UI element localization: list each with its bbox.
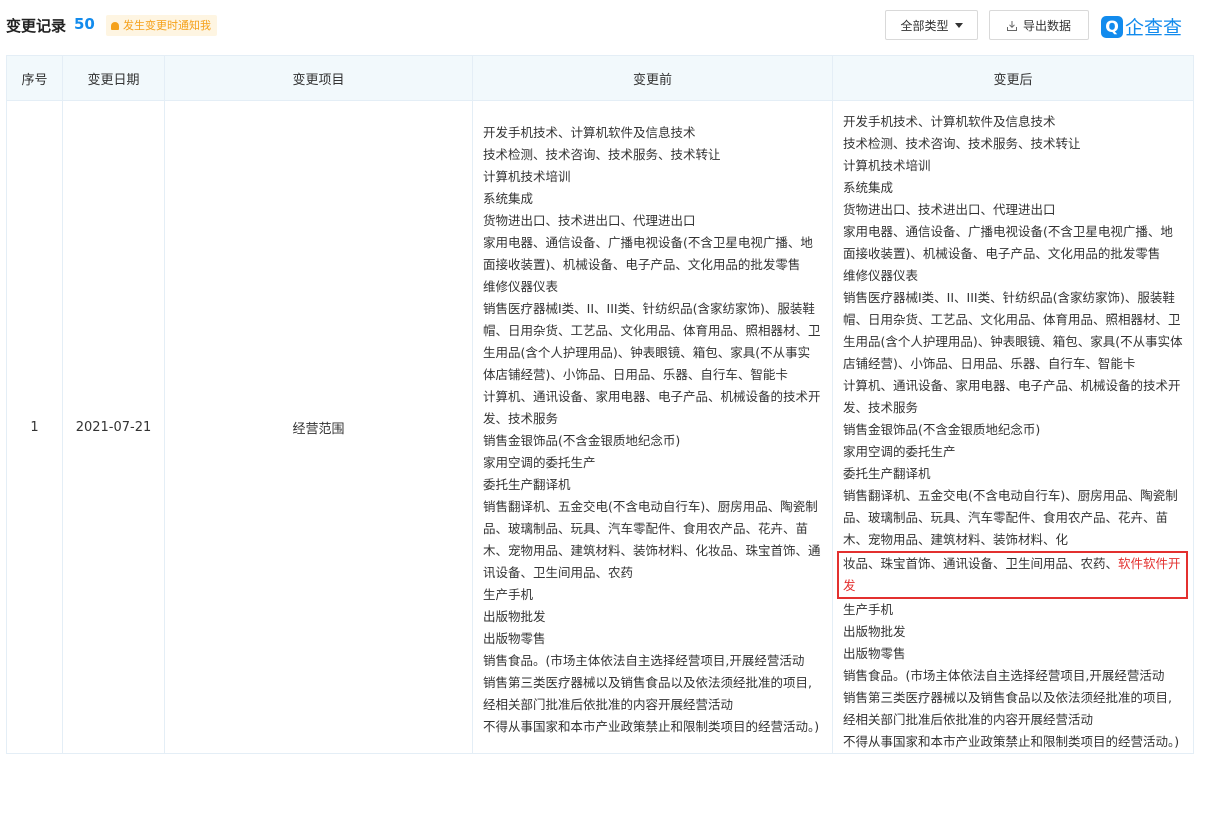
scope-line: 系统集成: [843, 180, 894, 195]
scope-line: 维修仪器仪表: [843, 268, 919, 283]
after-scope-list-continued: 生产手机出版物批发出版物零售销售食品。(市场主体依法自主选择经营项目,开展经营活…: [843, 599, 1183, 753]
scope-line: 销售金银饰品(不含金银质地纪念币): [843, 422, 1041, 437]
bell-icon: [111, 22, 119, 30]
scope-line: 计算机、通讯设备、家用电器、电子产品、机械设备的技术开发、技术服务: [483, 389, 821, 426]
scope-line: 出版物零售: [843, 646, 906, 661]
before-cell: 开发手机技术、计算机软件及信息技术技术检测、技术咨询、技术服务、技术转让 计算机技…: [472, 100, 833, 754]
column-header-item: 变更项目: [164, 55, 473, 101]
notify-label: 发生变更时通知我: [123, 19, 211, 32]
scope-line: 技术检测、技术咨询、技术服务、技术转让: [843, 136, 1081, 151]
scope-line: 家用电器、通信设备、广播电视设备(不含卫星电视广播、地面接收装置)、机械设备、电…: [843, 224, 1173, 261]
changed-text-highlight: 妆品、珠宝首饰、通讯设备、卫生间用品、农药、软件软件开发: [837, 551, 1188, 599]
scope-line: 生产手机: [483, 587, 534, 602]
scope-line: 维修仪器仪表: [483, 279, 559, 294]
scope-line: 货物进出口、技术进出口、代理进出口: [483, 213, 696, 228]
scope-line: 出版物批发: [483, 609, 546, 624]
column-header-after: 变更后: [832, 55, 1194, 101]
scope-line: 家用空调的委托生产: [483, 455, 596, 470]
qichacha-logo-icon: Q: [1101, 15, 1123, 38]
scope-line: 不得从事国家和本市产业政策禁止和限制类项目的经营活动。): [483, 719, 820, 734]
scope-line: 销售食品。(市场主体依法自主选择经营项目,开展经营活动: [843, 668, 1165, 683]
table-header-row: 序号 变更日期 变更项目 变更前 变更后: [6, 55, 1194, 101]
row-index: 1: [6, 100, 63, 754]
row-item: 经营范围: [164, 100, 473, 754]
after-scope-list: 开发手机技术、计算机软件及信息技术技术检测、技术咨询、技术服务、技术转让 计算机技…: [843, 111, 1183, 551]
before-scope-list: 开发手机技术、计算机软件及信息技术技术检测、技术咨询、技术服务、技术转让 计算机技…: [483, 122, 822, 738]
after-cell: 开发手机技术、计算机软件及信息技术技术检测、技术咨询、技术服务、技术转让 计算机技…: [832, 100, 1194, 754]
scope-line: 销售金银饰品(不含金银质地纪念币): [483, 433, 681, 448]
scope-line: 出版物零售: [483, 631, 546, 646]
export-button[interactable]: 导出数据: [989, 10, 1089, 40]
scope-line: 系统集成: [483, 191, 534, 206]
scope-line: 开发手机技术、计算机软件及信息技术: [843, 114, 1056, 129]
export-label: 导出数据: [1022, 19, 1071, 33]
scope-line: 计算机技术培训: [843, 158, 931, 173]
changed-text-unchanged: 妆品、珠宝首饰、通讯设备、卫生间用品、农药、: [843, 556, 1119, 571]
column-header-index: 序号: [6, 55, 63, 101]
page-header: 变更记录 50 发生变更时通知我 全部类型 导出数据 Q 企查查: [0, 0, 1211, 52]
scope-line: 委托生产翻译机: [843, 466, 931, 481]
scope-line: 不得从事国家和本市产业政策禁止和限制类项目的经营活动。): [843, 734, 1180, 749]
scope-line: 销售第三类医疗器械以及销售食品以及依法须经批准的项目,经相关部门批准后依批准的内…: [483, 675, 812, 712]
scope-line: 家用电器、通信设备、广播电视设备(不含卫星电视广播、地面接收装置)、机械设备、电…: [483, 235, 813, 272]
scope-line: 销售翻译机、五金交电(不含电动自行车)、厨房用品、陶瓷制品、玻璃制品、玩具、汽车…: [483, 499, 821, 580]
scope-line: 委托生产翻译机: [483, 477, 571, 492]
scope-line: 销售食品。(市场主体依法自主选择经营项目,开展经营活动: [483, 653, 805, 668]
download-icon: [1006, 21, 1017, 31]
scope-line: 销售翻译机、五金交电(不含电动自行车)、厨房用品、陶瓷制品、玻璃制品、玩具、汽车…: [843, 488, 1178, 547]
scope-line: 销售医疗器械I类、II、III类、针纺织品(含家纺家饰)、服装鞋帽、日用杂货、工…: [843, 290, 1183, 371]
scope-line: 开发手机技术、计算机软件及信息技术: [483, 125, 696, 140]
column-header-date: 变更日期: [62, 55, 165, 101]
notify-toggle[interactable]: 发生变更时通知我: [106, 15, 217, 36]
scope-line: 技术检测、技术咨询、技术服务、技术转让: [483, 147, 721, 162]
type-filter-label: 全部类型: [900, 19, 949, 33]
table-row: 1 2021-07-21 经营范围 开发手机技术、计算机软件及信息技术技术检测、…: [6, 100, 1194, 754]
scope-line: 出版物批发: [843, 624, 906, 639]
qichacha-logo: Q 企查查: [1101, 13, 1182, 39]
scope-line: 货物进出口、技术进出口、代理进出口: [843, 202, 1056, 217]
column-header-before: 变更前: [472, 55, 833, 101]
logo-text: 企查查: [1125, 17, 1183, 39]
change-records-table: 序号 变更日期 变更项目 变更前 变更后 1 2021-07-21 经营范围 开…: [6, 55, 1194, 754]
record-count: 50: [74, 15, 95, 33]
scope-line: 销售医疗器械I类、II、III类、针纺织品(含家纺家饰)、服装鞋帽、日用杂货、工…: [483, 301, 821, 382]
page-title: 变更记录: [6, 17, 67, 35]
scope-line: 计算机、通讯设备、家用电器、电子产品、机械设备的技术开发、技术服务: [843, 378, 1181, 415]
caret-down-icon: [954, 23, 963, 28]
scope-line: 销售第三类医疗器械以及销售食品以及依法须经批准的项目,经相关部门批准后依批准的内…: [843, 690, 1172, 727]
scope-line: 计算机技术培训: [483, 169, 571, 184]
scope-line: 家用空调的委托生产: [843, 444, 956, 459]
row-date: 2021-07-21: [62, 100, 165, 754]
type-filter-dropdown[interactable]: 全部类型: [885, 10, 978, 40]
scope-line: 生产手机: [843, 602, 894, 617]
